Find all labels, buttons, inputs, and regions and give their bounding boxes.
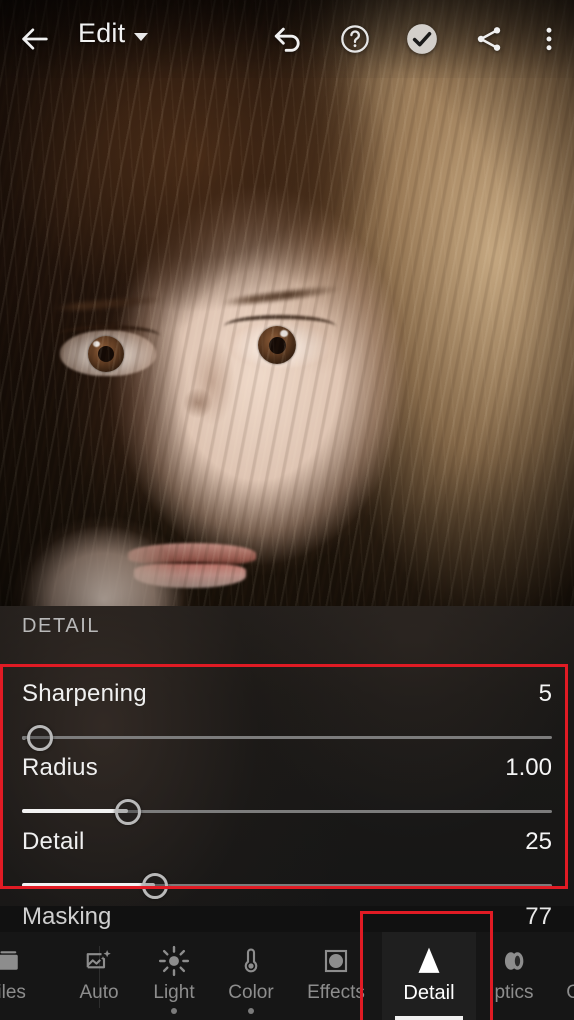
edited-indicator-dot: [248, 1008, 254, 1014]
slider-row-radius: Radius 1.00: [0, 754, 574, 828]
profiles-icon: [0, 944, 24, 978]
tab-light[interactable]: Light: [136, 932, 212, 1020]
auto-icon: [84, 944, 114, 978]
slider-sharpening[interactable]: [22, 725, 552, 751]
tab-label-auto: Auto: [79, 982, 119, 1003]
undo-icon: [274, 27, 300, 52]
slider-label-radius: Radius: [22, 754, 98, 781]
tab-label-detail: Detail: [403, 982, 455, 1004]
back-button[interactable]: [6, 10, 64, 68]
slider-value-masking: 77: [525, 903, 552, 930]
optics-icon: [498, 944, 530, 978]
color-icon: [236, 944, 266, 978]
panel-section-title: DETAIL: [22, 615, 101, 637]
slider-knob-detail[interactable]: [142, 873, 169, 899]
slider-row-sharpening: Sharpening 5: [0, 680, 574, 754]
tab-label-color: Color: [228, 982, 274, 1003]
done-check-icon: [407, 24, 437, 54]
slider-label-sharpening: Sharpening: [22, 680, 147, 707]
chevron-down-icon: [134, 32, 149, 41]
slider-knob-radius[interactable]: [115, 799, 141, 825]
slider-value-detail: 25: [525, 828, 552, 855]
slider-fill-radius: [22, 809, 128, 813]
photo-vignette-layer: [0, 0, 574, 606]
more-options-button[interactable]: [520, 10, 574, 68]
help-icon: [341, 25, 369, 53]
bottom-tool-tabs: files Auto: [0, 932, 574, 1020]
photo-canvas[interactable]: [0, 0, 574, 606]
top-app-bar: Edit: [0, 0, 574, 78]
tab-auto[interactable]: Auto: [62, 932, 136, 1020]
share-button[interactable]: [460, 10, 518, 68]
more-vert-icon: [546, 27, 552, 51]
slider-label-masking: Masking: [22, 903, 112, 930]
slider-value-sharpening: 5: [538, 680, 552, 707]
tab-label-geometry: Geomet: [566, 982, 574, 1003]
tab-effects[interactable]: Effects: [290, 932, 382, 1020]
tab-color[interactable]: Color: [212, 932, 290, 1020]
edit-mode-selector[interactable]: Edit: [78, 18, 149, 49]
page-title: Edit: [78, 18, 126, 48]
tab-label-profiles: files: [0, 982, 26, 1003]
effects-icon: [321, 944, 351, 978]
share-icon: [477, 27, 501, 51]
slider-knob-sharpening[interactable]: [27, 725, 54, 751]
slider-fill-detail: [22, 883, 156, 887]
tab-geometry[interactable]: Geomet: [552, 932, 574, 1020]
tab-optics[interactable]: ptics: [476, 932, 552, 1020]
slider-label-detail: Detail: [22, 828, 85, 855]
done-button[interactable]: [393, 10, 451, 68]
active-tab-indicator: [395, 1016, 463, 1020]
tab-label-light: Light: [153, 982, 195, 1003]
tab-detail[interactable]: Detail: [382, 932, 476, 1020]
tab-profiles[interactable]: files: [0, 932, 40, 1020]
arrow-left-icon: [22, 28, 48, 50]
light-icon: [158, 944, 190, 978]
slider-value-radius: 1.00: [505, 754, 552, 781]
help-button[interactable]: [326, 10, 384, 68]
detail-icon: [412, 944, 446, 978]
undo-button[interactable]: [260, 10, 318, 68]
slider-track: [22, 736, 552, 739]
slider-detail[interactable]: [22, 873, 552, 899]
tab-label-optics: ptics: [494, 982, 534, 1003]
edited-indicator-dot: [171, 1008, 177, 1014]
slider-row-detail: Detail 25: [0, 828, 574, 902]
slider-radius[interactable]: [22, 799, 552, 825]
lightroom-editor-screen: Edit DETAIL Sharpening 5 Radius 1.00 Det…: [0, 0, 574, 1020]
tab-label-effects: Effects: [307, 982, 365, 1003]
